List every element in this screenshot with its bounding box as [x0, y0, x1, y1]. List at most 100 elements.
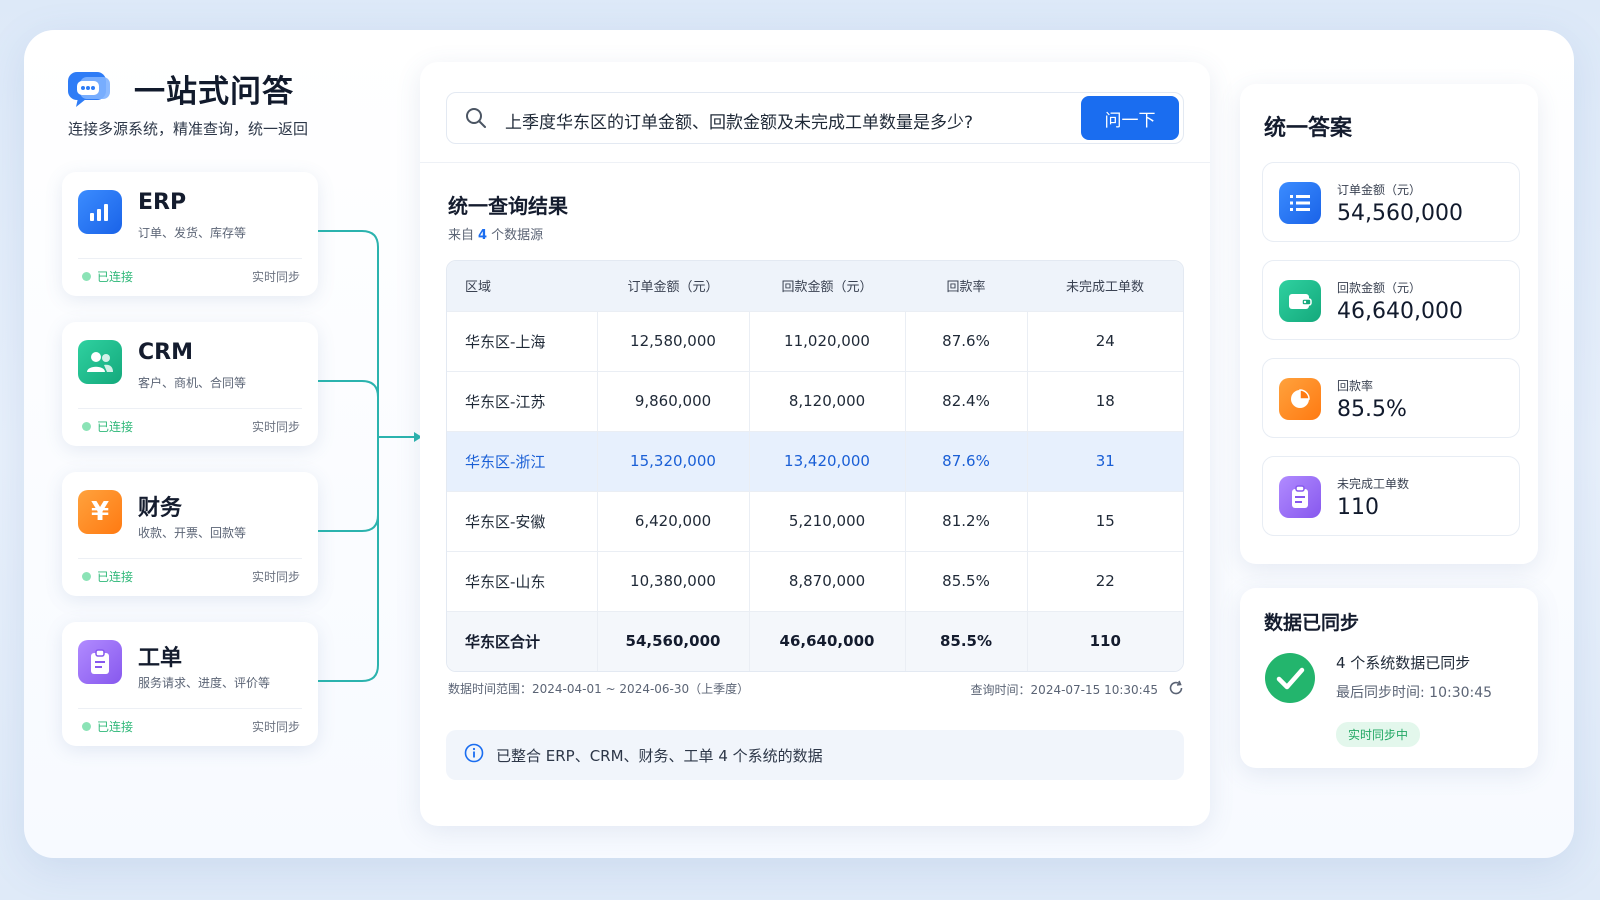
divider [78, 708, 302, 709]
table-cell: 85.5% [904, 550, 1027, 611]
note-text: 已整合 ERP、CRM、财务、工单 4 个系统的数据 [496, 746, 823, 765]
clipboard-icon [1279, 476, 1321, 518]
source-desc: 服务请求、进度、评价等 [138, 676, 271, 690]
table-cell: 11,020,000 [748, 310, 905, 371]
pie-chart-icon [1279, 378, 1321, 420]
table-cell: 华东区-浙江 [447, 430, 597, 491]
metric-value: 46,640,000 [1337, 299, 1463, 324]
info-icon [464, 743, 484, 767]
ask-button[interactable]: 问一下 [1081, 96, 1179, 140]
metric-card-payment-rate: 回款率 85.5% [1262, 358, 1520, 438]
table-cell: 华东区-江苏 [447, 370, 597, 431]
table-cell: 13,420,000 [748, 430, 905, 491]
query-panel: 上季度华东区的订单金额、回款金额及未完成工单数量是多少? 问一下 统一查询结果 … [420, 62, 1210, 826]
sync-label: 实时同步 [251, 570, 300, 584]
column-header: 回款金额（元） [749, 261, 905, 311]
answer-title: 统一答案 [1264, 116, 1353, 141]
source-card-finance[interactable]: ¥ 财务 收款、开票、回款等 已连接 实时同步 [62, 472, 318, 596]
table-row[interactable]: 华东区-山东 10,380,000 8,870,000 85.5% 22 [447, 550, 1183, 611]
table-cell: 46,640,000 [748, 610, 905, 671]
table-cell: 15 [1026, 490, 1183, 551]
table-cell: 6,420,000 [596, 490, 749, 551]
divider [78, 558, 302, 559]
data-time-range: 数据时间范围：2024-04-01 ~ 2024-06-30（上季度） [448, 682, 750, 696]
metric-value: 110 [1337, 495, 1379, 520]
metric-label: 回款金额（元） [1337, 281, 1422, 295]
connection-status: 已连接 [82, 418, 133, 435]
source-suffix: 个数据源 [491, 228, 544, 243]
table-cell: 10,380,000 [596, 550, 749, 611]
sync-summary: 4 个系统数据已同步 [1336, 654, 1471, 672]
column-header: 订单金额（元） [597, 261, 749, 311]
metric-label: 订单金额（元） [1337, 183, 1422, 197]
status-text: 已连接 [97, 570, 134, 584]
status-text: 已连接 [97, 420, 134, 434]
source-card-erp[interactable]: ERP 订单、发货、库存等 已连接 实时同步 [62, 172, 318, 296]
status-dot [82, 572, 91, 581]
sync-label: 实时同步 [251, 270, 300, 284]
sync-label: 实时同步 [251, 420, 300, 434]
source-desc: 客户、商机、合同等 [138, 376, 247, 390]
table-cell: 18 [1026, 370, 1183, 431]
table-cell: 87.6% [904, 430, 1027, 491]
table-cell: 31 [1026, 430, 1183, 491]
source-connector-lines [318, 230, 422, 682]
table-cell: 华东区-山东 [447, 550, 597, 611]
wallet-icon [1279, 280, 1321, 322]
source-desc: 订单、发货、库存等 [138, 226, 247, 240]
table-cell: 9,860,000 [596, 370, 749, 431]
sync-title: 数据已同步 [1264, 612, 1360, 634]
bar-chart-icon [78, 190, 122, 234]
metric-card-order-amount: 订单金额（元） 54,560,000 [1262, 162, 1520, 242]
table-cell: 华东区-上海 [447, 310, 597, 371]
divider [78, 258, 302, 259]
source-name: ERP [138, 190, 187, 215]
table-cell: 5,210,000 [748, 490, 905, 551]
sync-label: 实时同步 [251, 720, 300, 734]
table-cell: 82.4% [904, 370, 1027, 431]
table-row[interactable]: 华东区-江苏 9,860,000 8,120,000 82.4% 18 [447, 370, 1183, 431]
chat-bubble-icon [68, 70, 114, 108]
table-cell: 8,120,000 [748, 370, 905, 431]
app-subtitle: 连接多源系统，精准查询，统一返回 [68, 120, 309, 138]
result-title: 统一查询结果 [448, 194, 568, 218]
table-header-row: 区域 订单金额（元） 回款金额（元） 回款率 未完成工单数 [447, 261, 1183, 311]
metric-value: 85.5% [1337, 397, 1407, 422]
connection-status: 已连接 [82, 718, 133, 735]
table-row[interactable]: 华东区-上海 12,580,000 11,020,000 87.6% 24 [447, 310, 1183, 371]
metric-card-open-tickets: 未完成工单数 110 [1262, 456, 1520, 536]
table-cell: 22 [1026, 550, 1183, 611]
table-cell: 24 [1026, 310, 1183, 371]
refresh-icon[interactable] [1168, 680, 1184, 699]
source-name: 财务 [138, 496, 183, 521]
search-input[interactable]: 上季度华东区的订单金额、回款金额及未完成工单数量是多少? [505, 108, 973, 133]
table-cell: 华东区-安徽 [447, 490, 597, 551]
status-text: 已连接 [97, 720, 134, 734]
source-card-ticket[interactable]: 工单 服务请求、进度、评价等 已连接 实时同步 [62, 622, 318, 746]
source-desc: 收款、开票、回款等 [138, 526, 247, 540]
column-header: 区域 [447, 261, 597, 311]
table-cell: 110 [1026, 610, 1183, 671]
source-prefix: 来自 [448, 228, 475, 243]
search-bar[interactable]: 上季度华东区的订单金额、回款金额及未完成工单数量是多少? 问一下 [446, 92, 1184, 144]
status-dot [82, 422, 91, 431]
column-header: 未完成工单数 [1027, 261, 1183, 311]
divider [420, 162, 1210, 163]
table-cell: 8,870,000 [748, 550, 905, 611]
last-sync-time: 最后同步时间: 10:30:45 [1336, 685, 1493, 701]
check-circle-icon [1264, 652, 1316, 708]
app-title: 一站式问答 [134, 74, 294, 110]
answer-panel: 统一答案 订单金额（元） 54,560,000 回款金额（元） 46,640,0… [1240, 84, 1538, 564]
table-cell: 华东区合计 [447, 610, 597, 671]
table-cell: 87.6% [904, 310, 1027, 371]
table-row[interactable]: 华东区-安徽 6,420,000 5,210,000 81.2% 15 [447, 490, 1183, 551]
source-card-crm[interactable]: CRM 客户、商机、合同等 已连接 实时同步 [62, 322, 318, 446]
result-table: 区域 订单金额（元） 回款金额（元） 回款率 未完成工单数 华东区-上海 12,5… [446, 260, 1184, 672]
table-row-highlighted[interactable]: 华东区-浙江 15,320,000 13,420,000 87.6% 31 [447, 430, 1183, 491]
column-header: 回款率 [905, 261, 1027, 311]
connection-status: 已连接 [82, 268, 133, 285]
search-icon [465, 107, 487, 133]
status-badge: 实时同步中 [1336, 722, 1421, 747]
metric-label: 未完成工单数 [1337, 477, 1410, 491]
result-source-count: 来自 4 个数据源 [448, 224, 543, 243]
